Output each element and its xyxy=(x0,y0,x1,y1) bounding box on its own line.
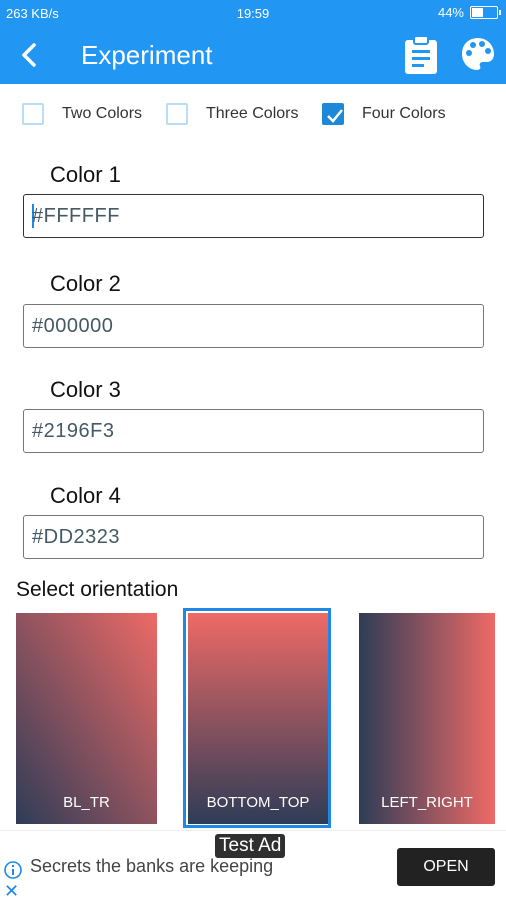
color-4-value: #DD2323 xyxy=(32,526,121,548)
back-arrow-icon[interactable] xyxy=(14,39,44,71)
ad-open-button[interactable]: OPEN xyxy=(397,848,495,886)
color-1-input[interactable]: #FFFFFF xyxy=(23,194,484,238)
status-bar: 263 KB/s 19:59 44% xyxy=(0,0,506,27)
battery-percent: 44% xyxy=(437,5,464,20)
checkbox-label: Two Colors xyxy=(62,105,143,122)
app-bar: Experiment xyxy=(0,27,506,84)
palette-icon[interactable] xyxy=(460,36,496,72)
color-3-label: Color 3 xyxy=(50,377,121,402)
page-title: Experiment xyxy=(81,40,213,70)
color-1-label: Color 1 xyxy=(50,162,121,187)
checkbox-label: Three Colors xyxy=(206,105,299,122)
color-2-label: Color 2 xyxy=(50,271,121,296)
checkbox-box-checked[interactable] xyxy=(322,103,344,125)
color-3-value: #2196F3 xyxy=(32,420,115,442)
orientation-label: BL_TR xyxy=(63,794,110,811)
checkbox-four-colors[interactable]: Four Colors xyxy=(322,103,446,125)
test-ad-badge: Test Ad xyxy=(215,834,286,858)
ad-banner[interactable]: Test Ad ✕ Secrets the banks are keeping … xyxy=(0,830,506,901)
orientation-tile-bl-tr[interactable]: BL_TR xyxy=(16,613,157,824)
check-icon xyxy=(327,109,343,123)
clock: 19:59 xyxy=(236,6,270,21)
color-1-value: #FFFFFF xyxy=(32,205,120,227)
color-3-input[interactable]: #2196F3 xyxy=(23,409,484,453)
color-4-input[interactable]: #DD2323 xyxy=(23,515,484,559)
orientation-tile-left-right[interactable]: LEFT_RIGHT xyxy=(359,613,495,824)
checkbox-two-colors[interactable]: Two Colors xyxy=(22,103,142,125)
orientation-heading: Select orientation xyxy=(16,578,179,601)
color-count-options: Two Colors Three Colors Four Colors xyxy=(0,103,506,133)
checkbox-box[interactable] xyxy=(22,103,44,125)
clipboard-icon[interactable] xyxy=(402,35,440,75)
color-4-label: Color 4 xyxy=(50,483,121,508)
selected-orientation-frame xyxy=(183,608,331,828)
color-2-value: #000000 xyxy=(32,315,114,337)
battery-icon xyxy=(470,6,501,19)
info-icon[interactable] xyxy=(4,861,22,879)
orientation-label: LEFT_RIGHT xyxy=(381,794,473,811)
checkbox-three-colors[interactable]: Three Colors xyxy=(166,103,298,125)
checkbox-box[interactable] xyxy=(166,103,188,125)
ad-text: Secrets the banks are keeping xyxy=(30,856,274,876)
close-icon[interactable]: ✕ xyxy=(4,881,19,902)
color-2-input[interactable]: #000000 xyxy=(23,304,484,348)
checkbox-label: Four Colors xyxy=(362,105,446,122)
